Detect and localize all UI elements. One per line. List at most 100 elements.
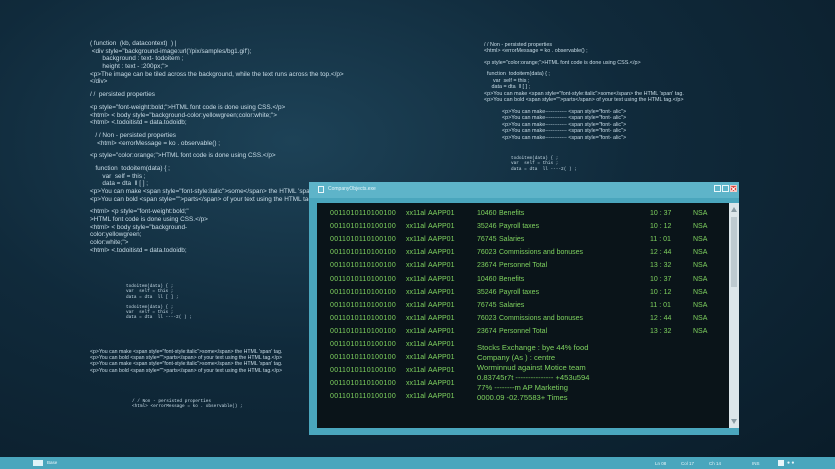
code-line: data = dta ll [ ] ; <box>90 180 149 188</box>
code-line: <div style="background-image:url('/pix/s… <box>90 47 252 55</box>
row-ref: xx11al <box>406 275 426 283</box>
code-line: color:white;"> <box>90 239 129 247</box>
row-acct: AAPP01 <box>428 380 455 388</box>
row-time: 10 : 12 <box>650 288 672 296</box>
code-line: <p style="font-weight:bold;">HTML font c… <box>90 103 286 111</box>
row-num: 23674 <box>477 327 497 335</box>
code-line: </div> <box>90 78 108 86</box>
row-acct: AAPP01 <box>428 275 455 283</box>
minimize-button[interactable] <box>714 185 721 192</box>
close-button[interactable] <box>730 185 737 192</box>
row-time: 10 : 12 <box>650 223 672 231</box>
row-num: 35246 <box>477 288 497 296</box>
notification-icon[interactable] <box>778 460 784 466</box>
row-time: 10 : 37 <box>650 275 672 283</box>
row-ref: xx11al <box>406 288 426 296</box>
row-num: 10460 <box>477 210 497 217</box>
maximize-button[interactable] <box>722 185 729 192</box>
status-line: Ln 08 <box>655 460 667 466</box>
row-flag: NSA <box>693 210 708 217</box>
row-desc: Salaries <box>499 236 525 244</box>
code-line: data = dta ll ----2( ) ; <box>511 166 577 172</box>
scroll-up-arrow-icon[interactable] <box>731 207 737 212</box>
code-line: <html> <p style="font-weight:bold;" <box>90 208 189 216</box>
background-code-left: ( function (kb, datacontext) ) | <div st… <box>90 40 344 255</box>
row-desc: Commissions and bonuses <box>499 249 584 257</box>
window-title: CompanyObjects.exe <box>328 186 376 192</box>
row-acct: AAPP01 <box>428 301 455 309</box>
row-code: 0011010110100100 <box>330 249 397 257</box>
row-num: 23674 <box>477 262 497 270</box>
code-line: function todoitem(data) { ; <box>90 164 170 172</box>
terminal-output: 0011010110100100 xx11al AAPP01 10460 Benefit… <box>317 203 729 428</box>
row-acct: AAPP01 <box>428 393 455 401</box>
row-code: 0011010110100100 <box>330 327 397 335</box>
row-ref: xx11al <box>406 301 426 309</box>
row-code: 0011010110100100 <box>330 288 397 296</box>
document-icon <box>318 186 324 193</box>
row-ref: xx11al <box>406 223 426 231</box>
code-line: <p>You can make <span style="font-style:… <box>90 188 327 195</box>
background-code-small-left: todoitem(data) { ; var self = this ; data … <box>126 284 192 321</box>
code-line: <p>You can make <span style="font-style:… <box>90 361 283 368</box>
row-flag: NSA <box>693 249 708 257</box>
row-acct: AAPP01 <box>428 210 455 217</box>
note-line: Stocks Exchange : bye 44% food <box>477 342 589 352</box>
code-line: background : text- todoitem ; <box>90 55 184 63</box>
code-line: / / persisted properties <box>90 91 156 99</box>
row-code: 0011010110100100 <box>330 301 397 309</box>
code-line: var self = this ; <box>90 172 146 180</box>
row-time: 12 : 44 <box>650 314 672 322</box>
note-line: Company (As ) : centre <box>477 352 556 362</box>
start-button[interactable] <box>33 460 43 466</box>
vertical-scrollbar[interactable] <box>729 203 739 428</box>
row-code: 0011010110100100 <box>330 314 397 322</box>
row-code: 0011010110100100 <box>330 367 397 375</box>
scroll-down-arrow-icon[interactable] <box>731 419 737 424</box>
scroll-thumb[interactable] <box>731 217 737 287</box>
row-code: 0011010110100100 <box>330 223 397 231</box>
row-ref: xx11al <box>406 393 426 401</box>
row-acct: AAPP01 <box>428 354 455 362</box>
row-ref: xx11al <box>406 262 426 270</box>
code-line: <p>The image can be tiled across the bac… <box>90 70 344 78</box>
row-desc: Salaries <box>499 301 525 309</box>
row-num: 35246 <box>477 223 497 231</box>
row-acct: AAPP01 <box>428 314 455 322</box>
row-code: 0011010110100100 <box>330 341 397 348</box>
row-time: 13 : 32 <box>650 262 672 270</box>
code-line: data = dta ll ----2( ) ; <box>126 315 192 321</box>
row-desc: Personnel Total <box>499 262 548 270</box>
code-line: <p style="color:orange;">HTML font code … <box>90 152 276 160</box>
row-ref: xx11al <box>406 380 426 388</box>
row-acct: AAPP01 <box>428 262 455 270</box>
window-titlebar[interactable]: CompanyObjects.exe <box>309 182 739 198</box>
row-desc: Commissions and bonuses <box>499 314 584 322</box>
row-acct: AAPP01 <box>428 367 455 375</box>
status-char: Ch 14 <box>709 460 722 466</box>
tray-dots: ● ● <box>787 459 795 466</box>
row-desc: Personnel Total <box>499 327 548 335</box>
row-code: 0011010110100100 <box>330 262 397 270</box>
note-line: 0000.09 -02.75583+ Times <box>477 392 568 402</box>
code-line: / / Non - persisted properties <box>90 131 176 139</box>
row-code: 0011010110100100 <box>330 354 397 362</box>
row-ref: xx11al <box>406 249 426 257</box>
row-num: 76745 <box>477 301 497 309</box>
background-code-left-bottom: <p>You can make <span style="font-style:… <box>90 349 282 374</box>
row-acct: AAPP01 <box>428 288 455 296</box>
row-acct: AAPP01 <box>428 327 455 335</box>
code-line: <p>You can make------------ <span style=… <box>484 134 627 141</box>
code-line: height : text - :200px;"> <box>90 63 169 71</box>
row-time: 12 : 44 <box>650 249 672 257</box>
code-line: color:yellowgreen; <box>90 231 142 239</box>
code-line: <html> < body style="background-color:ye… <box>90 111 277 119</box>
row-flag: NSA <box>693 236 708 244</box>
row-desc: Payroll taxes <box>499 288 540 296</box>
row-ref: xx11al <box>406 210 426 217</box>
row-desc: Benefits <box>499 275 525 283</box>
taskbar: Base Ln 08 Col 17 Ch 14 INS ● ● <box>0 457 835 469</box>
row-time: 13 : 32 <box>650 327 672 335</box>
taskbar-label[interactable]: Base <box>47 460 57 465</box>
row-acct: AAPP01 <box>428 249 455 257</box>
